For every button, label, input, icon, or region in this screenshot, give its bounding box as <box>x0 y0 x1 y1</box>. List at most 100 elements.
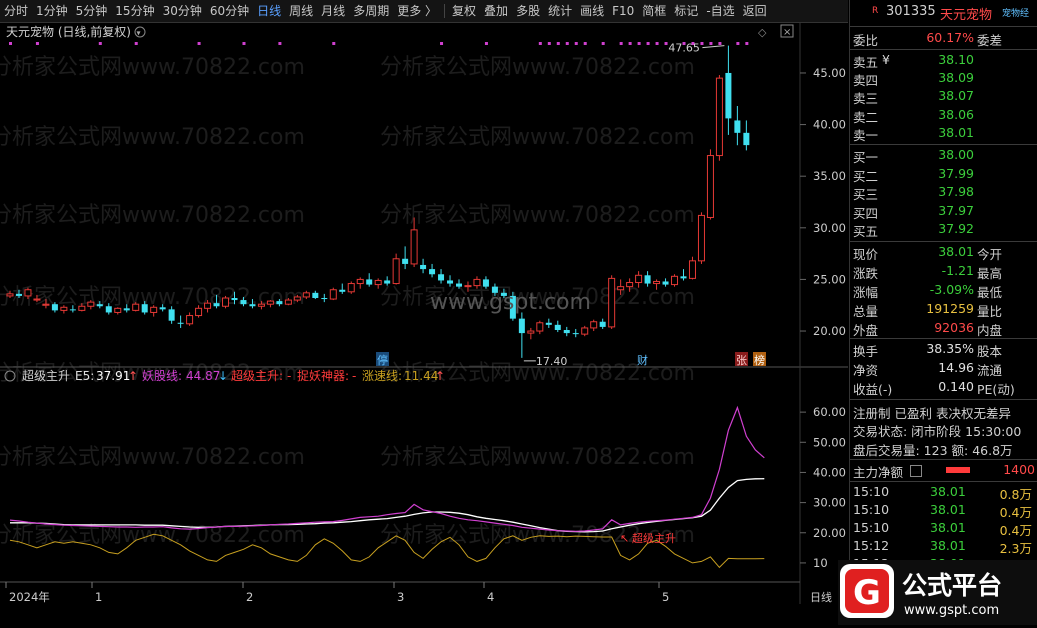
watermark-text: 分析家公式网www.70822.com <box>380 55 695 80</box>
divider <box>850 399 1037 400</box>
fundamental-label: 净资 <box>853 363 879 378</box>
draw-line-button[interactable]: 画线 <box>576 0 608 22</box>
finance-marker[interactable]: 财 <box>637 353 648 367</box>
toolbar-divider <box>444 4 446 18</box>
back-button[interactable]: 返回 <box>739 0 771 22</box>
date-tick-label: 1 <box>95 590 102 604</box>
candle <box>725 45 732 135</box>
kline-chart[interactable]: 分析家公式网www.70822.com 分析家公式网www.70822.com 分析… <box>0 22 848 604</box>
limit-up-marker[interactable]: 张 <box>736 354 747 367</box>
signal-dot <box>619 42 623 45</box>
period-tab-intraday[interactable]: 分时 <box>0 0 32 22</box>
period-tab-daily[interactable]: 日线 <box>253 0 285 22</box>
bid-row[interactable]: 买五 37.92 <box>850 221 1037 239</box>
divider <box>850 459 1037 460</box>
trade-state: 交易状态: 闭市阶段 15:30:00 <box>853 424 1022 439</box>
signal-dot <box>700 42 704 45</box>
fundamental-value: 14.96 <box>938 360 974 375</box>
self-select-button[interactable]: -自选 <box>702 0 738 22</box>
period-tab-weekly[interactable]: 周线 <box>285 0 317 22</box>
stat-value: 191259 <box>926 301 974 316</box>
indicator-name: 超级主升 <box>22 368 70 383</box>
fundamental-row: 换手 38.35% 股本 <box>850 341 1037 359</box>
watermark-text: 分析家公式网www.70822.com <box>380 445 695 470</box>
bid-row[interactable]: 买一 38.00 <box>850 147 1037 165</box>
period-tab-30min[interactable]: 30分钟 <box>159 0 206 22</box>
trade-state-row: 交易状态: 闭市阶段 15:30:00 <box>850 421 1037 439</box>
ask-label: 卖四 <box>853 73 879 89</box>
mark-button[interactable]: 标记 <box>670 0 702 22</box>
candle <box>734 106 741 146</box>
date-tick-label: 3 <box>397 590 404 604</box>
multi-stock-button[interactable]: 多股 <box>512 0 544 22</box>
period-tab-15min[interactable]: 15分钟 <box>111 0 158 22</box>
price-tick-label: 30.00 <box>813 221 846 235</box>
fundamental-right-label: PE(动) <box>977 382 1015 397</box>
bid-label: 买三 <box>853 187 879 202</box>
date-tick-label: 5 <box>662 590 669 604</box>
reg-row: 注册制 已盈利 表决权无差异 <box>850 403 1037 421</box>
bid-label: 买五 <box>853 224 879 239</box>
stat-value: -1.21 <box>941 263 974 278</box>
tick-row: 15:10 38.01 0.8万 <box>850 484 1037 502</box>
indicator-axis: 60.00 50.00 40.00 30.00 20.00 10 <box>800 405 846 570</box>
overlay-button[interactable]: 叠加 <box>480 0 512 22</box>
logo-glyph: G <box>853 573 881 613</box>
candle <box>312 290 319 300</box>
bid-price: 37.99 <box>938 165 974 181</box>
stat-row: 现价 38.01 今开 <box>850 244 1037 262</box>
period-tab-5min[interactable]: 5分钟 <box>72 0 112 22</box>
candle <box>329 287 337 301</box>
bid-row[interactable]: 买三 37.98 <box>850 184 1037 202</box>
signal-dot <box>98 42 102 45</box>
watermark-text: 分析家公式网www.70822.com <box>0 203 305 228</box>
tick-time: 15:10 <box>853 520 890 535</box>
bid-row[interactable]: 买四 37.97 <box>850 203 1037 221</box>
stats-button[interactable]: 统计 <box>544 0 576 22</box>
candle <box>402 246 409 270</box>
zs2-label: 涨速线: <box>362 368 402 383</box>
weibi-row: 委比 60.17% 委差 <box>850 30 1037 48</box>
stat-value: 92036 <box>934 320 974 335</box>
stat-row: 涨跌 -1.21 最高 <box>850 263 1037 281</box>
period-tab-1min[interactable]: 1分钟 <box>32 0 72 22</box>
tick-volume: 2.3万 <box>999 541 1032 556</box>
bid-label: 买一 <box>853 150 879 165</box>
candle <box>715 75 723 161</box>
ask-row[interactable]: 卖三 38.07 <box>850 88 1037 106</box>
diamond-icon[interactable]: ◇ <box>758 26 767 39</box>
candle <box>150 305 158 317</box>
signal-dot <box>655 42 659 45</box>
signal-dot <box>556 42 560 45</box>
bid-row[interactable]: 买二 37.99 <box>850 166 1037 184</box>
tick-row: 15:10 38.01 0.4万 <box>850 502 1037 520</box>
signal-dot <box>574 42 578 45</box>
candle <box>347 281 355 294</box>
period-tab-60min[interactable]: 60分钟 <box>206 0 253 22</box>
tick-volume: 0.4万 <box>999 523 1032 538</box>
f10-button[interactable]: F10 <box>608 0 638 22</box>
simple-frame-button[interactable]: 简框 <box>638 0 670 22</box>
ask-price: 38.09 <box>938 70 974 86</box>
ask-row[interactable]: 卖五 ¥38.10 <box>850 52 1037 70</box>
period-tab-multi[interactable]: 多周期 <box>349 0 393 22</box>
ask-row[interactable]: 卖一 38.01 <box>850 125 1037 143</box>
signal-dots <box>9 42 749 45</box>
stat-label: 涨跌 <box>853 266 879 281</box>
list-icon[interactable] <box>910 465 922 477</box>
ask-row[interactable]: 卖四 38.09 <box>850 70 1037 88</box>
period-tab-more[interactable]: 更多 〉 <box>393 0 441 22</box>
ask-price: 38.06 <box>938 106 974 122</box>
top-list-marker[interactable]: 榜 <box>754 353 765 367</box>
adjust-button[interactable]: 复权 <box>448 0 480 22</box>
bid-price: 38.00 <box>938 147 974 162</box>
candle <box>545 318 552 328</box>
suspend-marker[interactable]: 停 <box>377 353 388 367</box>
divider <box>850 241 1037 242</box>
chart-title: 天元宠物 (日线,前复权) <box>6 24 131 39</box>
fundamental-label: 换手 <box>853 344 879 359</box>
period-tab-monthly[interactable]: 月线 <box>317 0 349 22</box>
tick-price: 38.01 <box>930 484 966 499</box>
signal-dot <box>278 42 282 45</box>
ask-row[interactable]: 卖二 38.06 <box>850 107 1037 125</box>
